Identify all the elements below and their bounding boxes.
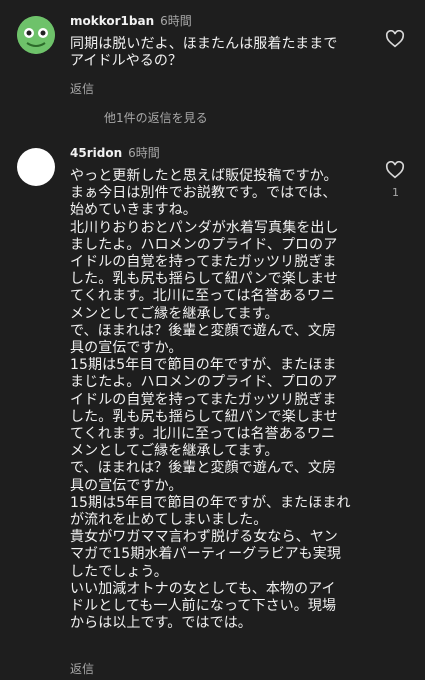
comment-meta: 45ridon 6時間 bbox=[70, 145, 160, 161]
avatar[interactable] bbox=[17, 16, 55, 54]
comment-1: mokkor1ban 6時間 同期は脱いだよ、ほまたんは服着たままで アイドルやる… bbox=[0, 0, 425, 140]
timestamp: 6時間 bbox=[128, 146, 160, 160]
reply-button[interactable]: 返信 bbox=[70, 80, 94, 97]
heart-icon[interactable] bbox=[385, 29, 405, 48]
timestamp: 6時間 bbox=[160, 14, 192, 28]
frog-face-icon bbox=[17, 16, 55, 54]
comment-2: 45ridon 6時間 やっと更新したと思えば販促投稿ですか。 まぁ今日は別件でお… bbox=[0, 140, 425, 680]
username[interactable]: mokkor1ban bbox=[70, 14, 154, 28]
avatar[interactable] bbox=[17, 148, 55, 186]
like-count: 1 bbox=[392, 186, 399, 199]
heart-icon[interactable] bbox=[385, 160, 405, 179]
username[interactable]: 45ridon bbox=[70, 146, 122, 160]
comment-text: 同期は脱いだよ、ほまたんは服着たままで アイドルやるの？ bbox=[70, 36, 338, 70]
reply-button[interactable]: 返信 bbox=[70, 660, 94, 677]
comment-meta: mokkor1ban 6時間 bbox=[70, 13, 192, 29]
comment-text: やっと更新したと思えば販促投稿ですか。 まぁ今日は別件でお説教です。ではでは、 … bbox=[70, 168, 351, 632]
view-replies-link[interactable]: 他1件の返信を見る bbox=[104, 109, 208, 126]
